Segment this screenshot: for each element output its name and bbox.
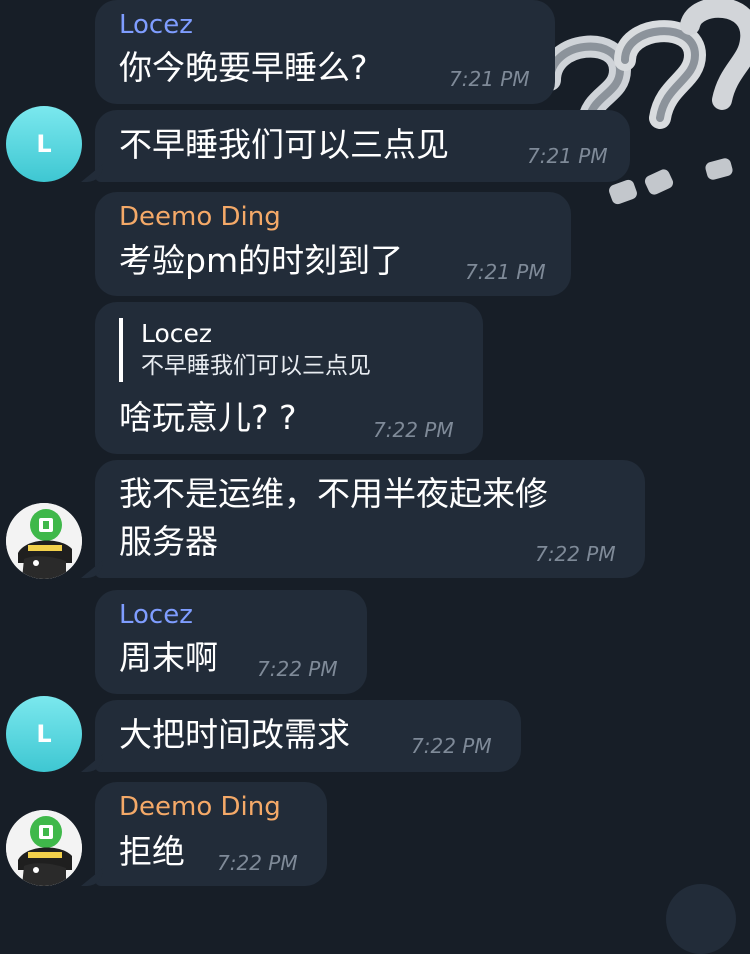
message-text: 啥玩意儿? ? — [119, 398, 297, 437]
message-text: 不早睡我们可以三点见 — [119, 125, 449, 164]
sender-name[interactable]: Deemo Ding — [119, 792, 281, 822]
sender-name[interactable]: Deemo Ding — [119, 202, 281, 232]
message-text: 大把时间改需求 — [119, 715, 350, 754]
message-time: 7:22 PM — [373, 418, 454, 442]
message-time: 7:22 PM — [217, 851, 298, 875]
reply-sender-name: Locez — [141, 319, 213, 348]
avatar[interactable] — [6, 810, 82, 886]
message-bubble[interactable]: Locez 不早睡我们可以三点见 啥玩意儿? ? 7:22 PM — [95, 302, 483, 454]
avatar[interactable]: L — [6, 106, 82, 182]
message-time: 7:21 PM — [465, 260, 546, 284]
sender-name[interactable]: Locez — [119, 600, 193, 630]
reply-quote[interactable]: Locez 不早睡我们可以三点见 — [119, 318, 371, 382]
avatar-letter: L — [36, 130, 52, 158]
message-time: 7:22 PM — [257, 657, 338, 681]
message-bubble[interactable]: 我不是运维，不用半夜起来修 服务器 7:22 PM — [95, 460, 645, 578]
message-bubble[interactable]: 不早睡我们可以三点见 7:21 PM — [95, 110, 630, 182]
avatar-letter: L — [36, 720, 52, 748]
sender-name[interactable]: Locez — [119, 10, 193, 40]
reply-text: 不早睡我们可以三点见 — [141, 353, 371, 379]
message-bubble[interactable]: Deemo Ding 考验pm的时刻到了 7:21 PM — [95, 192, 571, 296]
message-text-line-2: 服务器 — [119, 522, 218, 561]
scroll-down-button[interactable] — [666, 884, 736, 954]
message-bubble[interactable]: 大把时间改需求 7:22 PM — [95, 700, 521, 772]
message-text: 拒绝 — [119, 832, 185, 871]
avatar[interactable]: L — [6, 696, 82, 772]
message-bubble[interactable]: Deemo Ding 拒绝 7:22 PM — [95, 782, 327, 886]
avatar[interactable] — [6, 503, 82, 579]
message-time: 7:22 PM — [535, 542, 616, 566]
message-time: 7:21 PM — [527, 144, 608, 168]
message-text: 周末啊 — [119, 638, 218, 677]
message-text-line-1: 我不是运维，不用半夜起来修 — [119, 474, 548, 513]
cartoon-avatar-icon — [6, 503, 82, 579]
message-text: 你今晚要早睡么? — [119, 48, 368, 87]
message-time: 7:22 PM — [411, 734, 492, 758]
message-bubble[interactable]: Locez 周末啊 7:22 PM — [95, 590, 367, 694]
message-bubble[interactable]: Locez 你今晚要早睡么? 7:21 PM — [95, 0, 555, 104]
message-text: 考验pm的时刻到了 — [119, 241, 404, 280]
cartoon-avatar-icon — [6, 810, 82, 886]
message-time: 7:21 PM — [449, 67, 530, 91]
